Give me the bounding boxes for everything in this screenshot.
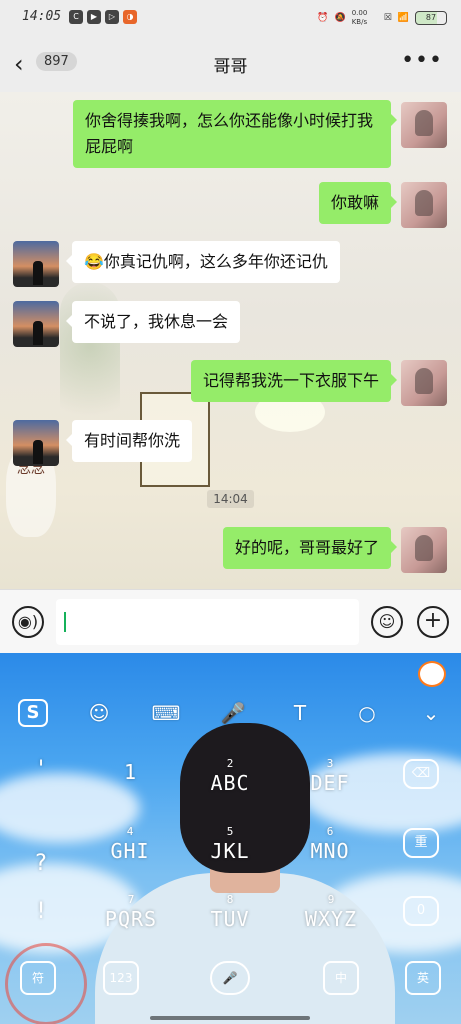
- message-bubble-sent[interactable]: 你敢嘛: [318, 182, 398, 224]
- key-4[interactable]: 4 GHI: [100, 825, 160, 863]
- my-avatar[interactable]: [401, 360, 447, 406]
- status-right: ⏰ 🔕 0.00 KB/s ☒ 📶 87: [317, 9, 447, 27]
- my-avatar[interactable]: [401, 527, 447, 573]
- keyboard-logo-icon[interactable]: S: [18, 699, 48, 727]
- message-bubble-sent[interactable]: 记得帮我洗一下衣服下午: [190, 360, 398, 402]
- punct-key[interactable]: !: [30, 899, 52, 924]
- mute-icon: 🔕: [334, 13, 346, 23]
- key-8[interactable]: 8 TUV: [200, 893, 260, 931]
- chat-header: ‹ 897 哥哥 •••: [0, 36, 461, 92]
- punct-key[interactable]: ?: [30, 851, 52, 876]
- keyboard-layout-icon[interactable]: ⌨: [151, 699, 181, 727]
- collapse-keyboard-icon[interactable]: ⌄: [416, 699, 446, 727]
- key-3[interactable]: 3 DEF: [300, 757, 360, 795]
- key-5[interactable]: 5 JKL: [200, 825, 260, 863]
- english-mode-key[interactable]: 英: [405, 961, 441, 995]
- key-6[interactable]: 6 MNO: [300, 825, 360, 863]
- keyboard-mascot-icon[interactable]: [418, 661, 446, 687]
- message-timestamp: 14:04: [0, 488, 461, 508]
- status-bar: 14:05 C ▶ ▷ ◑ ⏰ 🔕 0.00 KB/s ☒ 📶 87: [0, 0, 461, 36]
- my-avatar[interactable]: [401, 102, 447, 148]
- app-icon: ▷: [105, 10, 119, 24]
- net-speed: 0.00 KB/s: [351, 9, 368, 26]
- delete-key[interactable]: ⌫: [403, 759, 439, 789]
- space-key[interactable]: 🎤: [210, 961, 250, 995]
- mic-icon: 🎤: [222, 971, 238, 985]
- app-icon: ▶: [87, 10, 101, 24]
- notification-icons: C ▶ ▷ ◑: [69, 10, 137, 24]
- app-icon: C: [69, 10, 83, 24]
- alarm-icon: ⏰: [317, 13, 329, 23]
- text-cursor: [64, 612, 66, 632]
- message-bubble-received[interactable]: 有时间帮你洗: [65, 420, 193, 462]
- message-input[interactable]: [56, 599, 359, 645]
- key-1[interactable]: 1: [105, 758, 155, 786]
- message-bubble-sent[interactable]: 你舍得揍我啊，怎么你还能像小时候打我屁屁啊: [73, 100, 397, 168]
- input-method-keyboard: S ☺ ⌨ 🎤 T ○ ⌄ ' ? ! 1 2 ABC 3 DEF 4 GHI …: [0, 653, 461, 1024]
- chinese-mode-key[interactable]: 中: [323, 961, 359, 995]
- punct-key[interactable]: ': [30, 757, 52, 782]
- battery-icon: 87: [415, 11, 447, 25]
- search-icon[interactable]: ○: [352, 699, 382, 727]
- message-bubble-received[interactable]: 😂你真记仇啊，这么多年你还记仇: [66, 241, 340, 283]
- contact-avatar[interactable]: [13, 301, 59, 347]
- skin-icon[interactable]: T: [285, 699, 315, 727]
- emoji-panel-icon[interactable]: ☺: [84, 699, 114, 727]
- symbol-key[interactable]: 符: [20, 961, 56, 995]
- plus-icon[interactable]: +: [417, 606, 449, 638]
- reinput-key[interactable]: 重: [403, 828, 439, 858]
- chat-title: 哥哥: [213, 57, 248, 77]
- more-options-icon[interactable]: •••: [401, 48, 443, 73]
- message-bubble-received[interactable]: 不说了，我休息一会: [65, 301, 241, 343]
- keyboard-toolbar: S ☺ ⌨ 🎤 T ○ ⌄: [0, 693, 461, 733]
- my-avatar[interactable]: [401, 182, 447, 228]
- chat-history[interactable]: 念念 你舍得揍我啊，怎么你还能像小时候打我屁屁啊 你敢嘛 😂你真记仇啊，这么多年…: [0, 92, 461, 589]
- message-input-bar: ◉) ☺ +: [0, 589, 461, 653]
- wifi-icon: 📶: [397, 13, 409, 23]
- key-7[interactable]: 7 PQRS: [96, 893, 166, 931]
- contact-avatar[interactable]: [13, 420, 59, 466]
- home-indicator[interactable]: [150, 1016, 310, 1020]
- zero-key[interactable]: 0: [403, 896, 439, 926]
- microphone-icon[interactable]: 🎤: [218, 699, 248, 727]
- status-time: 14:05: [22, 9, 62, 24]
- key-2[interactable]: 2 ABC: [200, 757, 260, 795]
- sim-off-icon: ☒: [383, 13, 392, 23]
- number-key[interactable]: 123: [103, 961, 139, 995]
- contact-avatar[interactable]: [13, 241, 59, 287]
- message-bubble-sent[interactable]: 好的呢，哥哥最好了: [222, 527, 398, 569]
- key-9[interactable]: 9 WXYZ: [296, 893, 366, 931]
- emoji-icon[interactable]: ☺: [371, 606, 403, 638]
- app-icon: ◑: [123, 10, 137, 24]
- voice-icon[interactable]: ◉): [12, 606, 44, 638]
